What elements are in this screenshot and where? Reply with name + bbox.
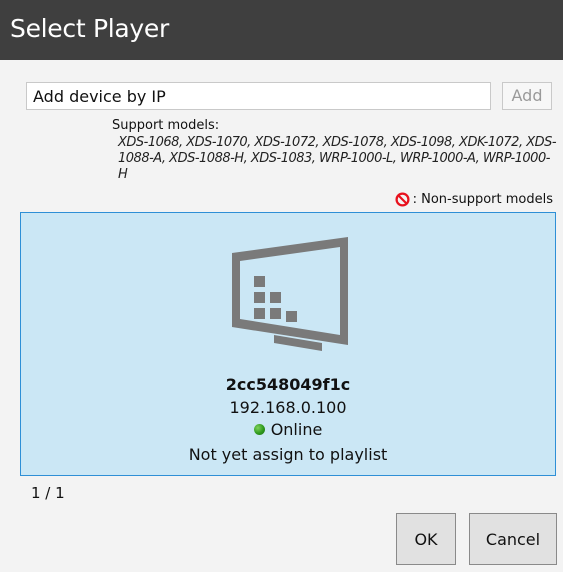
device-ip: 192.168.0.100 xyxy=(229,398,347,417)
nonsupport-label: : Non-support models xyxy=(412,192,553,207)
pagination-indicator: 1 / 1 xyxy=(31,484,65,502)
player-card[interactable]: 2cc548049f1c 192.168.0.100 Online Not ye… xyxy=(20,212,556,476)
title-bar: Select Player xyxy=(0,0,563,60)
dialog-title: Select Player xyxy=(10,14,169,43)
add-device-button[interactable]: Add xyxy=(502,82,552,110)
ban-icon xyxy=(395,192,410,207)
monitor-icon xyxy=(232,237,348,351)
device-status: Online xyxy=(21,420,555,439)
device-status-label: Online xyxy=(270,420,323,439)
ok-button[interactable]: OK xyxy=(396,513,456,565)
device-name: 2cc548049f1c xyxy=(225,375,351,394)
device-playlist-status: Not yet assign to playlist xyxy=(188,445,388,464)
online-status-dot-icon xyxy=(253,424,265,435)
add-device-ip-input[interactable] xyxy=(26,82,491,110)
cancel-button[interactable]: Cancel xyxy=(469,513,557,565)
support-models-heading: Support models: xyxy=(112,118,220,133)
support-models-list: XDS-1068, XDS-1070, XDS-1072, XDS-1078, … xyxy=(118,135,557,182)
nonsupport-legend: : Non-support models xyxy=(395,192,553,207)
